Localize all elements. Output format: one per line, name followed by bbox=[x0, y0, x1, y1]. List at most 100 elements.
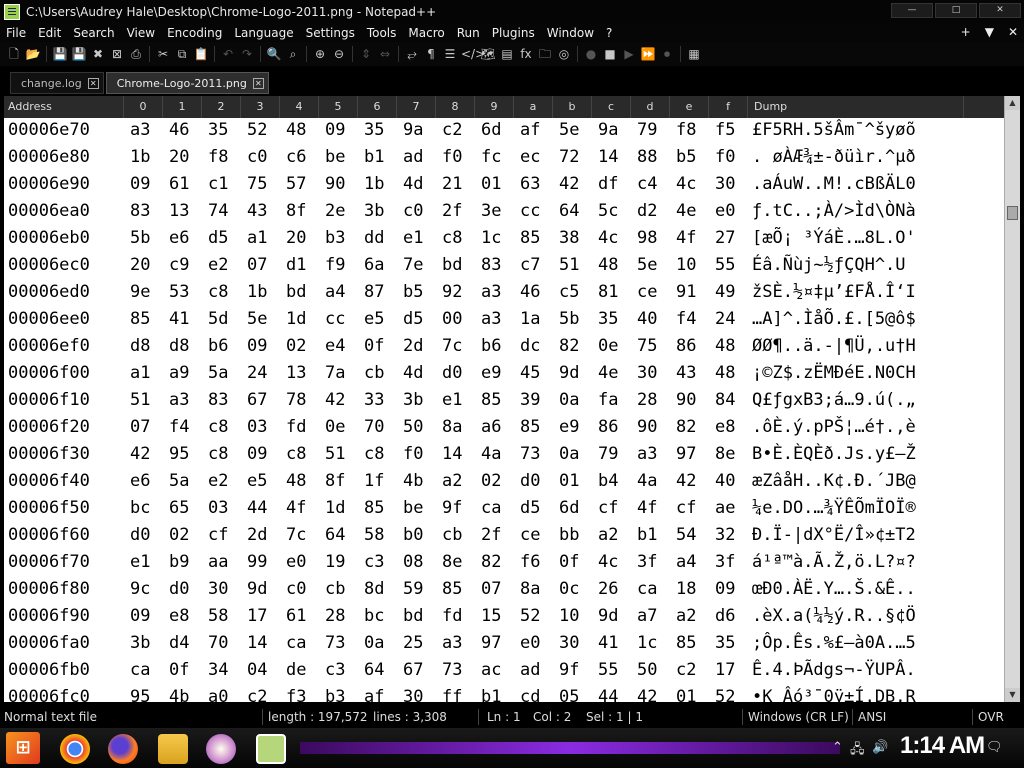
chrome-icon[interactable] bbox=[60, 734, 90, 764]
save-macro-icon[interactable]: ⏺ bbox=[659, 46, 675, 62]
hex-byte[interactable]: e5 bbox=[247, 468, 267, 495]
hex-byte[interactable]: b5 bbox=[403, 279, 423, 306]
hex-byte[interactable]: cf bbox=[208, 522, 228, 549]
hex-byte[interactable]: c8 bbox=[286, 441, 306, 468]
hex-byte[interactable]: e6 bbox=[169, 225, 189, 252]
hex-byte[interactable]: 07 bbox=[247, 252, 267, 279]
hex-row[interactable]: 00006f60 d0 02 cf 2d 7c 64 58 b0 cb 2f ce bb a2 b1 54 32… bbox=[4, 522, 1004, 549]
hex-byte[interactable]: 4b bbox=[403, 468, 423, 495]
hex-byte[interactable]: b5 bbox=[676, 144, 696, 171]
hex-byte[interactable]: 51 bbox=[130, 387, 150, 414]
clock[interactable]: 1:14 AM bbox=[900, 732, 985, 760]
hex-byte[interactable]: 27 bbox=[715, 225, 735, 252]
xml-tags-icon[interactable]: </> bbox=[461, 46, 485, 62]
menu-view[interactable]: View bbox=[121, 26, 161, 40]
hex-byte[interactable]: 1b bbox=[364, 171, 384, 198]
hex-byte[interactable]: 2e bbox=[325, 198, 345, 225]
hex-byte[interactable]: bc bbox=[364, 603, 384, 630]
play-macro-icon[interactable]: ▶ bbox=[621, 46, 637, 62]
hex-byte[interactable]: 9d bbox=[598, 603, 618, 630]
sync-horizontal-icon[interactable]: ⇔ bbox=[377, 46, 393, 62]
hex-byte[interactable]: c8 bbox=[208, 441, 228, 468]
hex-dump-text[interactable]: žSÈ.½¤‡µ’£FÅ.Î‘I bbox=[752, 279, 916, 306]
hex-byte[interactable]: 53 bbox=[169, 279, 189, 306]
hex-byte[interactable]: ca bbox=[637, 576, 657, 603]
hex-byte[interactable]: d0 bbox=[442, 360, 462, 387]
hex-byte[interactable]: 25 bbox=[403, 630, 423, 657]
hex-byte[interactable]: b0 bbox=[403, 522, 423, 549]
hex-row[interactable]: 00006e70 a3 46 35 52 48 09 35 9a c2 6d af 5e 9a 79 f8 f5… bbox=[4, 118, 1004, 144]
hex-dump-text[interactable]: .èX.a(¼½ý.R..§¢Ö bbox=[752, 603, 916, 630]
hex-byte[interactable]: 0a bbox=[559, 441, 579, 468]
hex-byte[interactable]: 5a bbox=[169, 468, 189, 495]
hex-row[interactable]: 00006e90 09 61 c1 75 57 90 1b 4d 21 01 63 42 df c4 4c 30… bbox=[4, 171, 1004, 198]
hex-byte[interactable]: 82 bbox=[559, 333, 579, 360]
hex-dump-text[interactable]: ¡©Z$.zËMÐéE.N0CH bbox=[752, 360, 916, 387]
hex-byte[interactable]: 57 bbox=[286, 171, 306, 198]
paste-icon[interactable]: 📋 bbox=[193, 46, 209, 62]
hex-byte[interactable]: 7e bbox=[403, 252, 423, 279]
hex-byte[interactable]: 1b bbox=[130, 144, 150, 171]
hex-byte[interactable]: be bbox=[325, 144, 345, 171]
hex-row[interactable]: 00006f70 e1 b9 aa 99 e0 19 c3 08 8e 82 f6 0f 4c 3f a4 3f… bbox=[4, 549, 1004, 576]
hex-dump-text[interactable]: •K Âó³¯0ÿ±Í.DB.R bbox=[752, 684, 916, 702]
hex-row[interactable]: 00006ed0 9e 53 c8 1b bd a4 87 b5 92 a3 46 c5 81 ce 91 49… bbox=[4, 279, 1004, 306]
hex-byte[interactable]: b6 bbox=[208, 333, 228, 360]
hex-byte[interactable]: 4d bbox=[403, 171, 423, 198]
hex-byte[interactable]: a3 bbox=[481, 306, 501, 333]
hex-byte[interactable]: 48 bbox=[286, 468, 306, 495]
hex-row[interactable]: 00006f00 a1 a9 5a 24 13 7a cb 4d d0 e9 45 9d 4e 30 43 48… bbox=[4, 360, 1004, 387]
show-all-chars-icon[interactable]: ¶ bbox=[423, 46, 439, 62]
hex-byte[interactable]: 79 bbox=[598, 441, 618, 468]
status-encoding[interactable]: ANSI bbox=[858, 706, 886, 728]
hex-byte[interactable]: c1 bbox=[208, 171, 228, 198]
replace-icon[interactable]: ⌕ bbox=[285, 46, 301, 62]
hex-byte[interactable]: 42 bbox=[637, 684, 657, 702]
hex-byte[interactable]: 9f bbox=[559, 657, 579, 684]
hex-byte[interactable]: 04 bbox=[247, 657, 267, 684]
hex-byte[interactable]: 26 bbox=[598, 576, 618, 603]
document-map-icon[interactable]: 🗺 bbox=[480, 46, 496, 62]
hex-byte[interactable]: d8 bbox=[130, 333, 150, 360]
hex-byte[interactable]: 46 bbox=[169, 118, 189, 144]
run-macro-multiple-icon[interactable]: ⏩ bbox=[640, 46, 656, 62]
hex-byte[interactable]: 01 bbox=[676, 684, 696, 702]
hex-byte[interactable]: 7c bbox=[286, 522, 306, 549]
hex-byte[interactable]: 6d bbox=[481, 118, 501, 144]
hex-byte[interactable]: 0a bbox=[559, 387, 579, 414]
hex-byte[interactable]: 73 bbox=[520, 441, 540, 468]
menu-run[interactable]: Run bbox=[451, 26, 486, 40]
hex-byte[interactable]: 3e bbox=[481, 198, 501, 225]
hex-byte[interactable]: a3 bbox=[130, 118, 150, 144]
hex-byte[interactable]: 5e bbox=[559, 118, 579, 144]
hex-byte[interactable]: 4c bbox=[676, 171, 696, 198]
menu-encoding[interactable]: Encoding bbox=[161, 26, 228, 40]
hex-byte[interactable]: af bbox=[520, 118, 540, 144]
hex-byte[interactable]: e1 bbox=[130, 549, 150, 576]
hex-byte[interactable]: 8f bbox=[286, 198, 306, 225]
hex-byte[interactable]: f9 bbox=[325, 252, 345, 279]
save-icon[interactable]: 💾 bbox=[52, 46, 68, 62]
hex-byte[interactable]: 1c bbox=[637, 630, 657, 657]
hex-byte[interactable]: e2 bbox=[208, 468, 228, 495]
hex-byte[interactable]: c8 bbox=[208, 279, 228, 306]
hex-byte[interactable]: a2 bbox=[442, 468, 462, 495]
hex-byte[interactable]: 64 bbox=[325, 522, 345, 549]
hex-row[interactable]: 00006f50 bc 65 03 44 4f 1d 85 be 9f ca d5 6d cf 4f cf ae… bbox=[4, 495, 1004, 522]
volume-icon[interactable]: 🔊 bbox=[872, 740, 888, 755]
hex-byte[interactable]: 4c bbox=[598, 549, 618, 576]
hex-byte[interactable]: 18 bbox=[676, 576, 696, 603]
hex-byte[interactable]: 88 bbox=[637, 144, 657, 171]
hex-row[interactable]: 00006f10 51 a3 83 67 78 42 33 3b e1 85 39 0a fa 28 90 84… bbox=[4, 387, 1004, 414]
hex-row[interactable]: 00006fb0 ca 0f 34 04 de c3 64 67 73 ac ad 9f 55 50 c2 17… bbox=[4, 657, 1004, 684]
paint-icon[interactable] bbox=[206, 734, 236, 764]
word-wrap-icon[interactable]: ⥂ bbox=[404, 46, 420, 62]
hex-byte[interactable]: 95 bbox=[169, 441, 189, 468]
hex-byte[interactable]: 3b bbox=[364, 198, 384, 225]
hex-byte[interactable]: 55 bbox=[598, 657, 618, 684]
hex-byte[interactable]: 07 bbox=[130, 414, 150, 441]
hex-byte[interactable]: 85 bbox=[520, 414, 540, 441]
hex-byte[interactable]: e6 bbox=[130, 468, 150, 495]
hex-byte[interactable]: 35 bbox=[598, 306, 618, 333]
hex-byte[interactable]: c8 bbox=[364, 441, 384, 468]
